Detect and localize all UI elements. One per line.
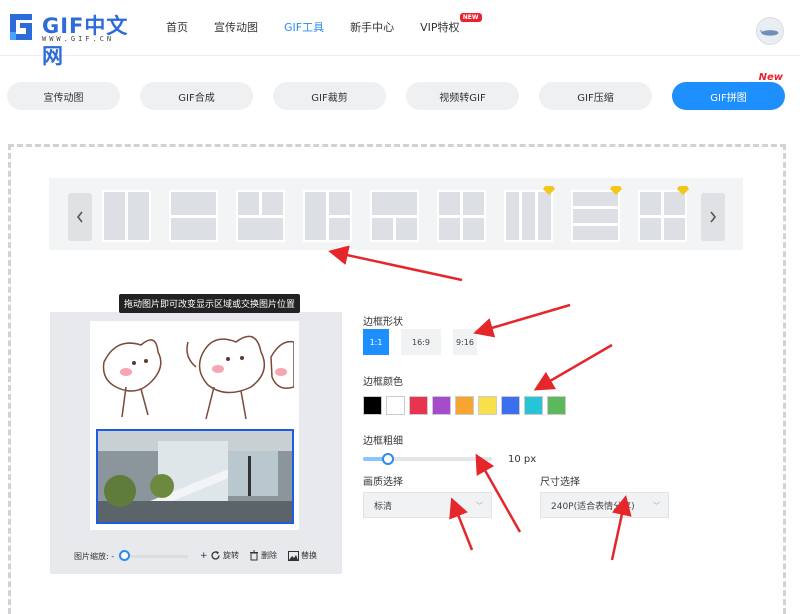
quality-select[interactable]: 标清 ﹀	[363, 492, 492, 518]
chevron-down-icon: ﹀	[476, 502, 483, 510]
layout-three-columns[interactable]	[504, 186, 555, 242]
layout-three-rows[interactable]	[571, 186, 622, 242]
zoom-slider-handle[interactable]	[119, 550, 130, 561]
rotate-button[interactable]: 旋转	[210, 550, 239, 561]
color-swatch[interactable]	[363, 396, 382, 415]
border-shape-label: 边框形状	[363, 317, 403, 328]
layout-top-one-bottom-two[interactable]	[370, 190, 419, 242]
replace-label: 替换	[301, 551, 317, 560]
border-thickness-label: 边框粗细	[363, 436, 403, 447]
tab-gif-crop[interactable]: GIF裁剪	[273, 82, 386, 110]
thickness-slider-handle[interactable]	[382, 453, 394, 465]
shape-16-9-button[interactable]: 16:9	[401, 329, 441, 355]
nav-vip-label: VIP特权	[420, 21, 460, 34]
color-swatch[interactable]	[524, 396, 543, 415]
tool-tabs: 宣传动图 GIF合成 GIF裁剪 视频转GIF GIF压缩 GIF拼图 New	[7, 72, 787, 110]
layout-two-columns[interactable]	[102, 190, 151, 242]
zoom-label: 图片缩放: -	[74, 552, 115, 561]
vip-diamond-icon	[543, 186, 555, 195]
tab-gif-collage-label: GIF拼图	[710, 92, 747, 104]
layout-grid-four[interactable]	[437, 190, 486, 242]
color-swatch[interactable]	[409, 396, 428, 415]
color-swatch[interactable]	[547, 396, 566, 415]
new-badge: New	[758, 72, 783, 83]
quality-value: 标清	[374, 501, 393, 512]
nav-promo-gif[interactable]: 宣传动图	[214, 19, 258, 35]
site-logo[interactable]: GIF中文网 WWW.GIF.CN	[8, 10, 138, 68]
thickness-value: 10 px	[508, 454, 537, 465]
logo-subtext: WWW.GIF.CN	[42, 35, 115, 43]
color-swatch[interactable]	[478, 396, 497, 415]
chevron-right-icon	[710, 211, 717, 223]
zoom-control: 图片缩放: -	[74, 551, 114, 562]
user-avatar[interactable]	[756, 17, 784, 45]
collage-cell-bottom-selected[interactable]	[96, 429, 294, 524]
delete-label: 删除	[261, 551, 277, 560]
layout-picker	[49, 178, 743, 250]
shape-9-16-button[interactable]: 9:16	[453, 329, 477, 355]
rotate-label: 旋转	[223, 551, 239, 560]
border-color-label: 边框颜色	[363, 377, 403, 388]
nav-vip[interactable]: VIP特权 NEW	[420, 13, 482, 35]
layout-grid-four-alt[interactable]	[638, 186, 689, 242]
tab-video-to-gif[interactable]: 视频转GIF	[406, 82, 519, 110]
size-label: 尺寸选择	[540, 477, 580, 488]
color-swatch[interactable]	[455, 396, 474, 415]
nav-beginner-center[interactable]: 新手中心	[350, 19, 394, 35]
layout-prev-button[interactable]	[68, 193, 92, 241]
tab-gif-collage[interactable]: GIF拼图 New	[672, 72, 785, 110]
layout-next-button[interactable]	[701, 193, 725, 241]
color-swatch[interactable]	[432, 396, 451, 415]
color-swatch[interactable]	[501, 396, 520, 415]
layout-top-two-bottom-one[interactable]	[236, 190, 285, 242]
main-nav: 首页 宣传动图 GIF工具 新手中心 VIP特权 NEW	[166, 13, 486, 35]
top-header: GIF中文网 WWW.GIF.CN 首页 宣传动图 GIF工具 新手中心 VIP…	[0, 0, 800, 68]
cartoon-image	[102, 335, 294, 420]
rotate-icon	[211, 551, 220, 560]
nav-gif-tools[interactable]: GIF工具	[284, 19, 324, 35]
size-value: 240P(适合表情分享)	[551, 501, 635, 512]
chevron-left-icon	[76, 211, 83, 223]
layout-left-one-right-two[interactable]	[303, 190, 352, 242]
nav-home[interactable]: 首页	[166, 19, 188, 35]
replace-button[interactable]: 替换	[288, 550, 317, 561]
vip-diamond-icon	[610, 186, 622, 195]
trash-icon	[250, 550, 258, 561]
tab-gif-compose[interactable]: GIF合成	[140, 82, 253, 110]
zoom-plus-label: +	[200, 551, 208, 561]
interior-photo	[98, 431, 292, 522]
new-badge: NEW	[459, 13, 482, 22]
color-swatch[interactable]	[386, 396, 405, 415]
logo-mark-icon	[10, 14, 32, 40]
layout-two-rows[interactable]	[169, 190, 218, 242]
image-icon	[288, 550, 299, 561]
tab-promo-gif[interactable]: 宣传动图	[7, 82, 120, 110]
delete-button[interactable]: 删除	[249, 550, 277, 561]
tab-gif-compress[interactable]: GIF压缩	[539, 82, 652, 110]
drag-tooltip: 拖动图片即可改变显示区域或交换图片位置	[119, 294, 301, 313]
size-select[interactable]: 240P(适合表情分享) ﹀	[540, 492, 669, 518]
shape-1-1-button[interactable]: 1:1	[363, 329, 389, 355]
chevron-down-icon: ﹀	[653, 502, 660, 510]
collage-cell-top[interactable]	[96, 327, 294, 425]
vip-diamond-icon	[677, 186, 689, 195]
quality-label: 画质选择	[363, 477, 403, 488]
